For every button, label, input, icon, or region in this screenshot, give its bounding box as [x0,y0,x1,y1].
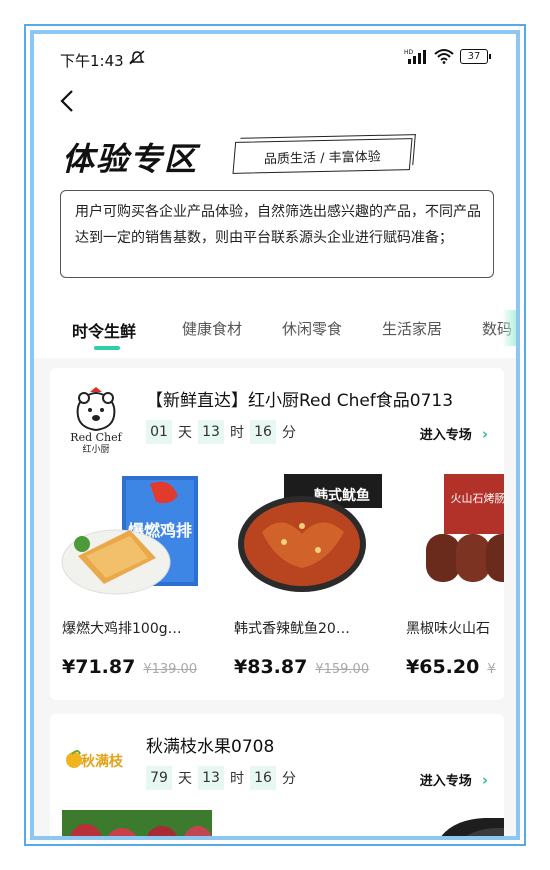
mute-icon [129,50,145,65]
status-bar: 下午1:43 HD 37 [34,34,516,80]
product-original-price: ¥ [487,662,496,677]
product-original-price: ¥159.00 [315,662,370,677]
title-tag: 品质生活 / 丰富体验 [232,138,413,174]
product-price-row: ¥71.87 ¥139.00 [62,656,197,678]
countdown-minutes: 16 [250,420,276,444]
enter-store-link[interactable]: 进入专场 › [419,424,488,444]
countdown-hours: 13 [198,420,224,444]
product-item[interactable]: 韩式鱿鱼 韩式香辣鱿鱼20… ¥83.87 ¥159.00 [222,472,382,700]
product-name: 爆燃大鸡排100g… [62,621,182,637]
svg-text:红小厨: 红小厨 [82,443,109,454]
product-name: 黑椒味火山石 [406,621,490,637]
countdown-hours: 13 [198,766,224,790]
svg-text:HD: HD [404,49,414,56]
page-title: 体验专区 [62,140,199,178]
product-image-chicken-cutlet: 爆燃鸡排 [61,476,198,595]
svg-text:火山石烤肠: 火山石烤肠 [451,491,505,505]
product-price-row: ¥83.87 ¥159.00 [234,656,369,678]
countdown-timer: 79 天 13 时 16 分 [146,766,302,790]
product-image-lychee[interactable] [62,810,212,836]
countdown-day-unit: 天 [178,771,192,787]
chevron-right-icon: › [481,770,488,789]
title-tag-text: 品质生活 / 丰富体验 [263,149,382,167]
enter-store-link[interactable]: 进入专场 › [419,770,488,790]
description-box: 用户可购买各企业产品体验，自然筛选出感兴趣的产品，不同产品达到一定的销售基数，则… [60,190,494,278]
product-item[interactable]: 爆燃鸡排 爆燃大鸡排100g… ¥71.87 ¥139.00 [50,472,210,700]
tab-seasonal-fresh[interactable]: 时令生鲜 [72,318,136,342]
tab-home-living[interactable]: 生活家居 [382,318,442,339]
tab-snacks[interactable]: 休闲零食 [282,318,342,339]
product-price: ¥71.87 [62,656,136,678]
product-price-row: ¥65.20 ¥ [406,656,496,678]
product-price: ¥83.87 [234,656,308,678]
chevron-right-icon: › [481,424,488,443]
wifi-icon [434,49,454,64]
product-image-squid: 韩式鱿鱼 [238,474,382,592]
countdown-minutes: 16 [250,766,276,790]
red-chef-logo: Red Chef 红小厨 [70,387,123,454]
active-tab-indicator [94,346,120,350]
product-image-partial[interactable] [414,814,504,836]
enter-store-label: 进入专场 [419,428,472,443]
countdown-minute-unit: 分 [282,425,296,441]
product-name: 韩式香辣鱿鱼20… [234,621,350,637]
countdown-hour-unit: 时 [230,771,244,787]
status-time: 下午1:43 [60,52,124,70]
back-arrow-icon[interactable] [58,88,78,114]
signal-icon: HD [404,49,426,64]
countdown-timer: 01 天 13 时 16 分 [146,420,302,444]
store-card: 秋满枝 秋满枝水果0708 79 天 13 时 16 分 进入专场 › [50,714,504,836]
product-item[interactable]: 火山石烤肠 黑椒味火山石 ¥65.20 ¥ [394,472,504,700]
status-icons: HD 37 [404,48,491,64]
store-name[interactable]: 秋满枝水果0708 [146,732,274,757]
product-image-sausage: 火山石烤肠 [426,474,505,582]
countdown-hour-unit: 时 [230,425,244,441]
tabs-scroll-fade [502,310,516,346]
enter-store-label: 进入专场 [419,774,472,789]
countdown-day-unit: 天 [178,425,192,441]
svg-text:Red Chef: Red Chef [70,431,122,444]
phone-frame: 下午1:43 HD 37 体验专区 品质生活 / 丰富体验 用户可购买各企业产品… [30,30,520,840]
svg-text:秋满枝: 秋满枝 [81,753,124,770]
product-price: ¥65.20 [406,656,480,678]
product-list: 爆燃鸡排 爆燃大鸡排100g… ¥71.87 ¥139.00 韩式鱿鱼 韩式香辣… [50,472,504,700]
countdown-days: 79 [146,766,172,790]
tab-healthy-food[interactable]: 健康食材 [182,318,242,339]
store-name[interactable]: 【新鲜直达】红小厨Red Chef食品0713 [146,386,453,411]
store-card: Red Chef 红小厨 【新鲜直达】红小厨Red Chef食品0713 01 … [50,368,504,700]
qiumanzhi-logo: 秋满枝 [66,750,124,770]
category-tabs: 时令生鲜 健康食材 休闲零食 生活家居 数码 [34,304,516,356]
countdown-minute-unit: 分 [282,771,296,787]
countdown-days: 01 [146,420,172,444]
battery-icon: 37 [460,48,491,64]
screen: 下午1:43 HD 37 体验专区 品质生活 / 丰富体验 用户可购买各企业产品… [34,34,516,836]
product-original-price: ¥139.00 [143,662,198,677]
